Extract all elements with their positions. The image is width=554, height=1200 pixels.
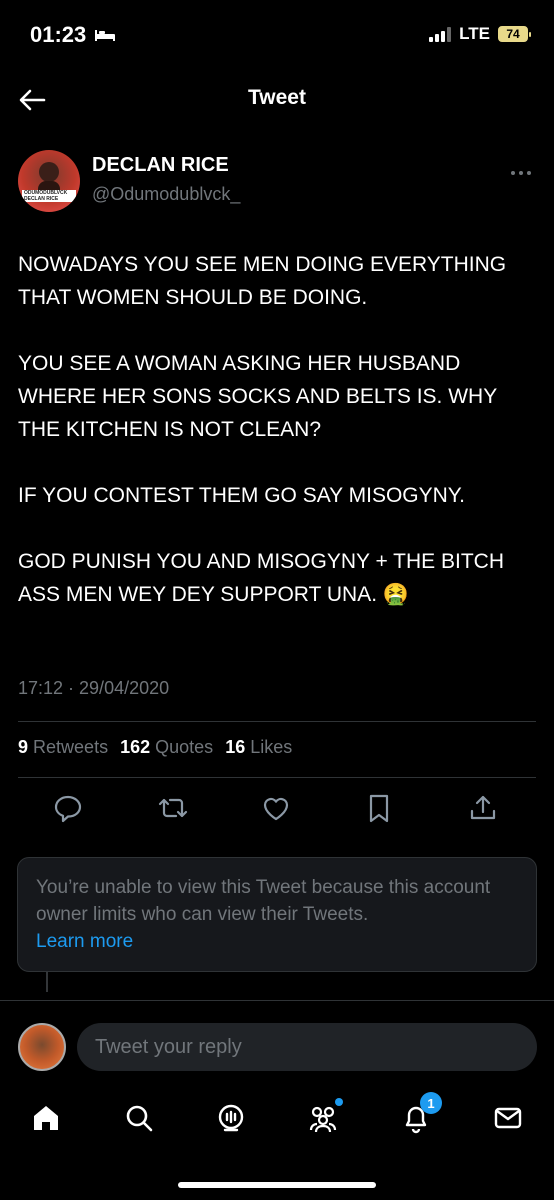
- quotes-label: Quotes: [155, 737, 214, 757]
- likes-label: Likes: [250, 737, 293, 757]
- nav-messages[interactable]: [490, 1100, 526, 1136]
- divider: [18, 721, 536, 722]
- home-icon: [34, 1106, 58, 1130]
- nav-communities[interactable]: [305, 1098, 343, 1136]
- tweet-detail: ODUMODUBLVCK DECLAN RICE DECLAN RICE @Od…: [0, 130, 554, 1000]
- battery-level: 74: [506, 27, 520, 41]
- spaces-microphone-icon: [218, 1104, 244, 1132]
- author-handle[interactable]: @Odumodublvck_: [92, 184, 240, 205]
- learn-more-link[interactable]: Learn more: [36, 931, 133, 952]
- status-bar: 01:23 LTE 74: [0, 0, 554, 70]
- retweet-icon: [158, 798, 188, 818]
- nav-spaces[interactable]: [213, 1100, 249, 1136]
- likes-count: 16: [225, 737, 246, 757]
- tweet-timestamp[interactable]: 17:12 · 29/04/2020: [18, 678, 169, 699]
- communities-icon: [309, 1106, 337, 1133]
- tweet-paragraph: YOU SEE A WOMAN ASKING HER HUSBAND WHERE…: [18, 352, 497, 441]
- status-time-group: 01:23: [30, 22, 116, 48]
- tweet-header: Tweet: [0, 70, 554, 130]
- author-display-name[interactable]: DECLAN RICE: [92, 154, 229, 177]
- nav-search[interactable]: [121, 1100, 157, 1136]
- author-avatar[interactable]: ODUMODUBLVCK DECLAN RICE: [18, 150, 80, 212]
- search-icon: [126, 1105, 153, 1132]
- network-label: LTE: [459, 24, 490, 43]
- reply-button[interactable]: [50, 790, 86, 826]
- page-title: Tweet: [248, 86, 306, 109]
- like-button[interactable]: [258, 790, 294, 826]
- comment-icon: [54, 795, 82, 823]
- tweet-actions: [0, 790, 554, 830]
- divider: [18, 777, 536, 778]
- share-button[interactable]: [465, 790, 501, 826]
- home-indicator: [178, 1182, 376, 1188]
- user-avatar[interactable]: [18, 1023, 66, 1071]
- notifications-badge: 1: [420, 1092, 442, 1114]
- bed-icon: [94, 22, 116, 48]
- status-time: 01:23: [30, 22, 87, 47]
- bookmark-icon: [369, 794, 389, 823]
- tweet-text: NOWADAYS YOU SEE MEN DOING EVERYTHING TH…: [18, 248, 543, 644]
- retweets-stat[interactable]: 9 Retweets: [18, 737, 108, 758]
- battery-icon: 74: [498, 26, 531, 42]
- retweets-count: 9: [18, 737, 29, 757]
- envelope-icon: [494, 1107, 522, 1129]
- nav-home[interactable]: [28, 1100, 64, 1136]
- reply-bar: [0, 1000, 554, 1091]
- nav-notifications[interactable]: 1: [398, 1092, 442, 1136]
- person-silhouette-icon: [38, 162, 60, 201]
- signal-icon: [429, 26, 452, 42]
- tweet-paragraph: IF YOU CONTEST THEM GO SAY MISOGYNY.: [18, 484, 465, 507]
- more-options-button[interactable]: [510, 160, 532, 181]
- quotes-stat[interactable]: 162 Quotes: [120, 737, 213, 758]
- retweets-label: Retweets: [33, 737, 109, 757]
- bottom-navigation: 1: [0, 1090, 554, 1200]
- avatar-band-text: ODUMODUBLVCK DECLAN RICE: [22, 190, 76, 202]
- heart-icon: [263, 797, 289, 821]
- quotes-count: 162: [120, 737, 151, 757]
- reply-input[interactable]: [77, 1023, 537, 1071]
- retweet-button[interactable]: [155, 790, 191, 826]
- notice-text: You’re unable to view this Tweet because…: [36, 877, 491, 925]
- new-activity-dot: [335, 1098, 343, 1106]
- status-indicators: LTE 74: [429, 24, 531, 44]
- restricted-tweet-notice: You’re unable to view this Tweet because…: [17, 857, 537, 972]
- tweet-paragraph: NOWADAYS YOU SEE MEN DOING EVERYTHING TH…: [18, 253, 507, 309]
- tweet-stats: 9 Retweets 162 Quotes 16 Likes: [18, 737, 292, 758]
- tweet-paragraph: GOD PUNISH YOU AND MISOGYNY + THE BITCH …: [18, 550, 505, 606]
- thread-line: [46, 972, 48, 992]
- more-dots-icon: [511, 171, 531, 175]
- share-icon: [470, 795, 496, 820]
- likes-stat[interactable]: 16 Likes: [225, 737, 292, 758]
- bookmark-button[interactable]: [361, 790, 397, 826]
